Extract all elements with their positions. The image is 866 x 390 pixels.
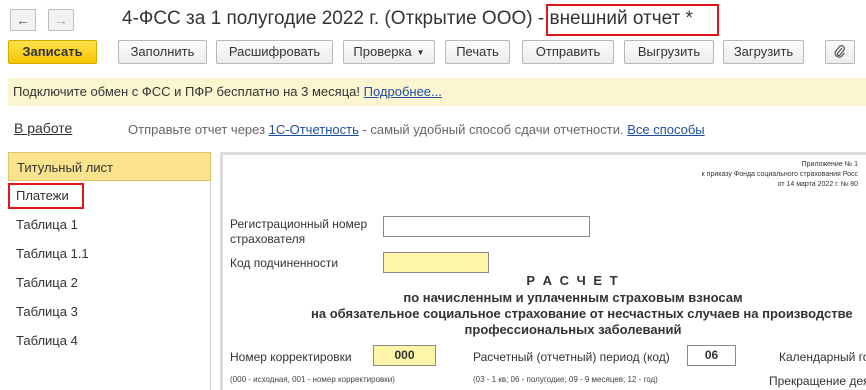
check-label: Проверка bbox=[353, 44, 412, 59]
notice-more-link[interactable]: Подробнее... bbox=[364, 84, 442, 99]
forward-button[interactable]: → bbox=[48, 9, 74, 31]
heading-line-2: на обязательное социальное страхование о… bbox=[311, 306, 853, 321]
reg-number-field[interactable] bbox=[383, 216, 590, 237]
calendar-year-label: Календарный го bbox=[779, 350, 866, 364]
status-1c-link[interactable]: 1С-Отчетность bbox=[269, 122, 359, 137]
status-text-before: Отправьте отчет через bbox=[128, 122, 269, 137]
period-field[interactable]: 06 bbox=[687, 345, 736, 366]
paperclip-icon bbox=[834, 45, 845, 58]
status-row: В работе Отправьте отчет через 1С-Отчетн… bbox=[0, 114, 866, 144]
arrow-right-icon: → bbox=[54, 12, 68, 28]
print-button[interactable]: Печать bbox=[445, 40, 510, 64]
fill-button[interactable]: Заполнить bbox=[118, 40, 207, 64]
arrow-left-icon: ← bbox=[16, 12, 30, 28]
status-in-work-link[interactable]: В работе bbox=[14, 120, 72, 136]
notice-text: Подключите обмен с ФСС и ПФР бесплатно н… bbox=[13, 84, 364, 99]
reg-number-label-line-2: страхователя bbox=[230, 232, 306, 246]
period-hint: (03 - 1 кв; 06 - полугодие; 09 - 9 месяц… bbox=[473, 375, 658, 384]
toolbar: Записать Заполнить Расшифровать Проверка… bbox=[0, 40, 866, 70]
attach-button[interactable] bbox=[825, 40, 855, 64]
appendix-note: Приложение № 1 к приказу Фонда социально… bbox=[638, 160, 858, 190]
caret-down-icon: ▼ bbox=[416, 47, 425, 57]
subordination-label: Код подчиненности bbox=[230, 256, 339, 270]
sidebar-item-table-1[interactable]: Таблица 1 bbox=[8, 210, 211, 239]
save-button[interactable]: Записать bbox=[8, 40, 97, 64]
title-text: 4-ФСС за 1 полугодие 2022 г. (Открытие О… bbox=[122, 8, 550, 29]
appendix-line-3: от 14 марта 2022 г. № 80 bbox=[777, 181, 858, 188]
status-text-mid: - самый удобный способ сдачи отчетности. bbox=[358, 122, 628, 137]
title-highlight-box bbox=[546, 4, 719, 36]
sidebar-item-title-page[interactable]: Титульный лист bbox=[8, 152, 211, 181]
appendix-line-2: к приказу Фонда социального страхования … bbox=[701, 171, 858, 178]
correction-label: Номер корректировки bbox=[230, 350, 352, 364]
sidebar-item-table-1-1[interactable]: Таблица 1.1 bbox=[8, 239, 211, 268]
sidebar-item-table-2[interactable]: Таблица 2 bbox=[8, 268, 211, 297]
status-all-ways-link[interactable]: Все способы bbox=[627, 122, 704, 137]
import-button[interactable]: Загрузить bbox=[723, 40, 804, 64]
payments-highlight-box bbox=[8, 183, 84, 209]
reg-number-label-line-1: Регистрационный номер bbox=[230, 217, 368, 231]
period-label: Расчетный (отчетный) период (код) bbox=[473, 350, 670, 364]
export-button[interactable]: Выгрузить bbox=[624, 40, 714, 64]
appendix-line-1: Приложение № 1 bbox=[801, 161, 858, 168]
decode-button[interactable]: Расшифровать bbox=[216, 40, 333, 64]
termination-label: Прекращение дея bbox=[769, 374, 866, 388]
status-text: Отправьте отчет через 1С-Отчетность - са… bbox=[128, 122, 705, 137]
title-bar: ← → 4-ФСС за 1 полугодие 2022 г. (Открыт… bbox=[0, 0, 866, 40]
subordination-field[interactable] bbox=[383, 252, 489, 273]
promo-notice: Подключите обмен с ФСС и ПФР бесплатно н… bbox=[8, 78, 866, 106]
send-button[interactable]: Отправить bbox=[522, 40, 614, 64]
report-form: Приложение № 1 к приказу Фонда социально… bbox=[220, 152, 866, 390]
back-button[interactable]: ← bbox=[10, 9, 36, 31]
sidebar-item-table-4[interactable]: Таблица 4 bbox=[8, 326, 211, 355]
heading-line-3: профессиональных заболеваний bbox=[464, 322, 682, 337]
check-dropdown-button[interactable]: Проверка ▼ bbox=[343, 40, 435, 64]
correction-hint: (000 - исходная, 001 - номер корректиров… bbox=[230, 375, 395, 384]
reg-number-label: Регистрационный номер страхователя bbox=[230, 217, 367, 247]
heading-title: Р А С Ч Е Т bbox=[526, 273, 620, 288]
heading-line-1: по начисленным и уплаченным страховым вз… bbox=[403, 290, 743, 305]
sidebar-item-table-3[interactable]: Таблица 3 bbox=[8, 297, 211, 326]
correction-field[interactable]: 000 bbox=[373, 345, 436, 366]
